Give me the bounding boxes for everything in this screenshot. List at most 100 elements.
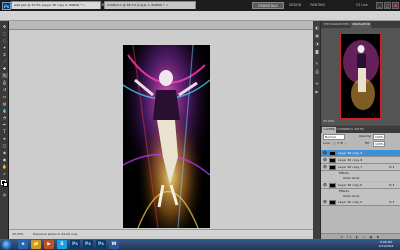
tab-histogram[interactable]: HISTOGRAM — [322, 22, 343, 28]
pen-tool-icon[interactable]: ✒ — [2, 122, 8, 127]
taskbar-photoshop-icon[interactable]: Ps — [70, 240, 80, 249]
quick-select-tool-icon[interactable]: ✦ — [2, 45, 8, 50]
close-button[interactable]: × — [392, 1, 399, 9]
workspace-painting-button[interactable]: PAINTING — [310, 3, 325, 7]
layer-fx-badge[interactable]: fx ▾ — [389, 182, 394, 189]
layer-row[interactable]: 👁 Layer 36 copy 9 — [321, 150, 400, 157]
tab-paths[interactable]: PATHS — [353, 127, 365, 133]
fill-input[interactable]: 100% — [373, 141, 385, 147]
3d-camera-tool-icon[interactable]: ◉ — [2, 157, 8, 162]
brush-panel-icon[interactable]: ✎ — [315, 61, 320, 66]
masks-panel-icon[interactable]: ◙ — [315, 49, 320, 54]
eraser-tool-icon[interactable]: ▭ — [2, 94, 8, 99]
layer-row[interactable]: 👁 Layer 36 copy 5 fx ▾ — [321, 199, 400, 206]
visibility-eye-icon[interactable]: 👁 — [322, 164, 328, 171]
quick-mask-icon[interactable]: ◎ — [2, 192, 8, 197]
fill-label: Fill: — [365, 141, 371, 145]
blend-mode-select[interactable]: Normal — [323, 134, 345, 140]
layer-effect-row[interactable]: Outer Glow — [321, 176, 400, 182]
effect-label: Outer Glow — [343, 176, 360, 180]
navigator-panel: HISTOGRAM INFO NAVIGATOR 33.33% — [321, 21, 400, 125]
layer-thumbnail — [329, 165, 336, 170]
workspace-design-button[interactable]: DESIGN — [289, 3, 301, 7]
color-panel-icon[interactable]: ◧ — [315, 25, 320, 30]
navigator-panel-tabs: HISTOGRAM INFO NAVIGATOR — [321, 21, 400, 28]
tab-label: wall.psd @ 33.3% (Layer 36 copy 9, RGB/8… — [14, 3, 82, 7]
layer-thumbnail — [329, 182, 336, 188]
options-bar — [0, 11, 400, 21]
taskbar-media-icon[interactable]: ▶ — [44, 240, 54, 249]
brush-tool-icon[interactable]: ✎ — [3, 3, 6, 7]
history-brush-tool-icon[interactable]: ↺ — [2, 87, 8, 92]
navigator-preview — [341, 34, 380, 118]
move-tool-icon[interactable]: ✥ — [2, 24, 8, 29]
layer-row[interactable]: 👁 Layer 36 copy 7 fx ▾ — [321, 164, 400, 171]
layer-row[interactable]: 👁 Layer 36 copy 8 — [321, 157, 400, 164]
visibility-eye-icon[interactable]: 👁 — [322, 157, 328, 164]
clone-stamp-tool-icon[interactable]: ⎙ — [2, 80, 8, 85]
3d-rotate-tool-icon[interactable]: ◈ — [2, 150, 8, 155]
tab-navigator[interactable]: NAVIGATOR — [351, 22, 372, 28]
layer-name: Layer 36 copy 5 — [338, 200, 363, 204]
document-tab-untitled[interactable]: Untitled-1 @ 66.7% (Layer 1, RGB/8) *× — [104, 1, 196, 9]
taskbar-clock[interactable]: 6:08 AM 1/31/2014 — [374, 240, 398, 249]
lock-icons[interactable]: ▢✎✥🔒 — [333, 141, 349, 147]
tab-channels[interactable]: CHANNELS — [335, 127, 354, 133]
gradient-tool-icon[interactable]: ▤ — [2, 101, 8, 106]
navigator-thumbnail[interactable] — [340, 33, 381, 119]
adjustments-panel-icon[interactable]: ◑ — [315, 41, 320, 46]
hand-tool-icon[interactable]: ✋ — [2, 164, 8, 169]
status-bar: 33.33% Exposure works in 32-bit only — [9, 229, 313, 236]
document-artwork[interactable] — [123, 45, 210, 228]
layer-thumbnail — [329, 151, 336, 156]
taskbar-word-icon[interactable]: W — [109, 240, 119, 249]
path-select-tool-icon[interactable]: ➤ — [2, 136, 8, 141]
cs-live-button[interactable]: CS Live — [356, 2, 374, 9]
layer-opacity-input[interactable]: 100% — [373, 134, 385, 140]
navigator-zoom[interactable]: 33.33% — [323, 119, 398, 124]
document-tab-wall[interactable]: wall.psd @ 33.3% (Layer 36 copy 9, RGB/8… — [11, 1, 101, 9]
visibility-eye-icon[interactable]: 👁 — [322, 199, 328, 206]
layers-panel-tabs: LAYERS CHANNELS PATHS — [321, 126, 400, 133]
background-color-swatch[interactable] — [3, 182, 8, 187]
layer-fx-badge[interactable]: fx ▾ — [389, 164, 394, 171]
start-button[interactable] — [2, 239, 12, 250]
tab-info[interactable]: INFO — [341, 22, 351, 28]
layer-thumbnail — [329, 158, 336, 163]
close-tab-icon[interactable]: × — [82, 3, 86, 7]
dodge-tool-icon[interactable]: ◔ — [2, 115, 8, 120]
workspace-essentials-button[interactable]: ESSENTIALS — [252, 2, 284, 9]
visibility-eye-icon[interactable]: 👁 — [322, 150, 328, 157]
layers-panel: LAYERS CHANNELS PATHS Normal Opacity: 10… — [321, 126, 400, 239]
type-tool-icon[interactable]: T — [2, 129, 8, 134]
zoom-tool-icon[interactable]: ⌕ — [2, 171, 8, 176]
crop-tool-icon[interactable]: ⌗ — [2, 52, 8, 57]
healing-tool-icon[interactable]: ✚ — [2, 66, 8, 71]
actions-panel-icon[interactable]: ▶ — [315, 89, 320, 94]
close-tab-icon[interactable]: × — [165, 3, 169, 7]
taskbar-folder-icon[interactable]: 📁 — [31, 240, 41, 249]
artwork-light-streaks — [123, 45, 210, 228]
clone-source-panel-icon[interactable]: ⎙ — [315, 69, 320, 74]
taskbar-skype-icon[interactable]: S — [57, 240, 67, 249]
taskbar-photoshop-icon[interactable]: Ps — [96, 240, 106, 249]
lasso-tool-icon[interactable]: ◌ — [2, 38, 8, 43]
taskbar-ie-icon[interactable]: e — [18, 240, 28, 249]
lock-label: Lock: — [323, 141, 331, 145]
visibility-eye-icon[interactable]: 👁 — [322, 182, 328, 189]
blur-tool-icon[interactable]: 💧 — [2, 108, 8, 113]
history-panel-icon[interactable]: ⟲ — [315, 81, 320, 86]
eyedropper-tool-icon[interactable]: ⟋ — [2, 59, 8, 64]
marquee-tool-icon[interactable]: ⬚ — [2, 31, 8, 36]
layer-row[interactable]: 👁 Layer 36 copy 6 fx ▾ — [321, 181, 400, 189]
tab-label: Untitled-1 @ 66.7% (Layer 1, RGB/8) * — [107, 3, 165, 7]
maximize-button[interactable]: □ — [384, 1, 391, 9]
status-zoom[interactable]: 33.33% — [12, 232, 23, 236]
minimize-button[interactable]: _ — [376, 1, 383, 9]
swatches-panel-icon[interactable]: ▦ — [315, 33, 320, 38]
layer-name: Layer 36 copy 8 — [338, 158, 363, 162]
taskbar-photoshop-icon[interactable]: Ps — [83, 240, 93, 249]
shape-tool-icon[interactable]: ▢ — [2, 143, 8, 148]
layer-fx-badge[interactable]: fx ▾ — [389, 199, 394, 206]
brush-tool-icon[interactable]: ✎ — [1, 73, 8, 78]
